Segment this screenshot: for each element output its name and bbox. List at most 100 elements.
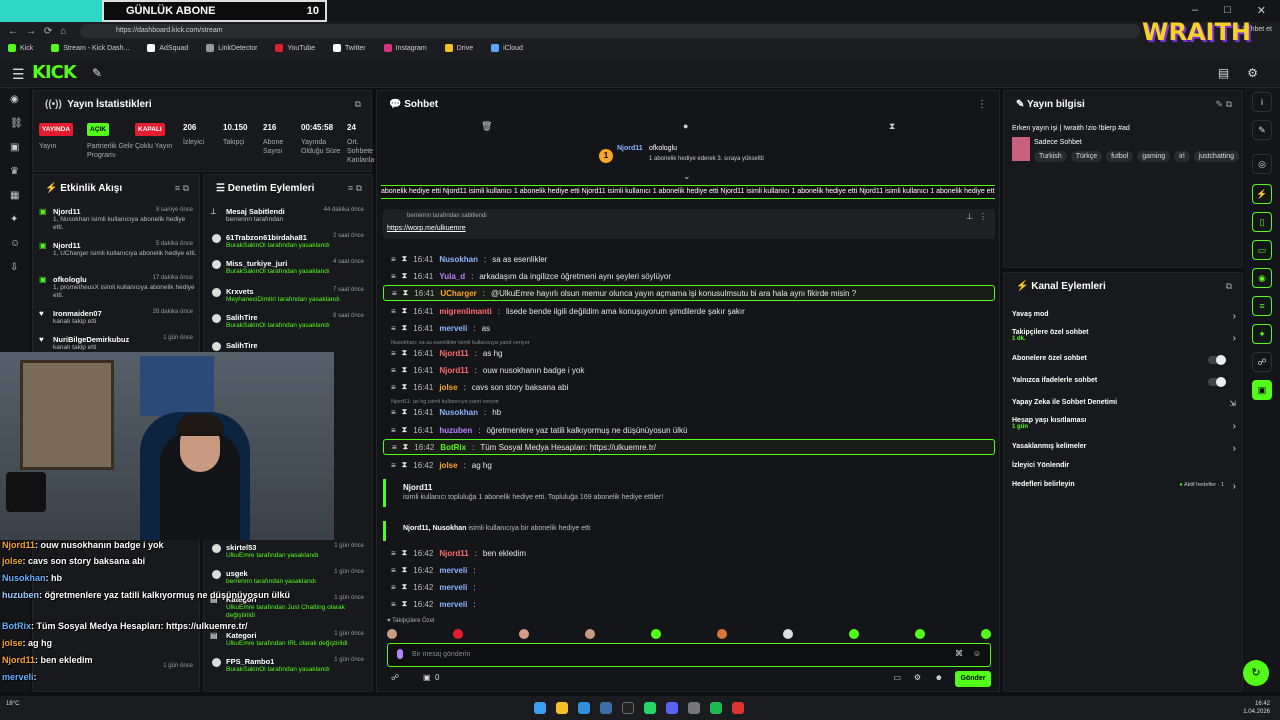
emote-icon[interactable] [849, 629, 859, 639]
toggle-switch[interactable] [1208, 377, 1226, 387]
bookmark-item[interactable]: LinkDetector [206, 44, 257, 52]
emote-icon[interactable] [915, 629, 925, 639]
bookmark-item[interactable]: iCloud [491, 44, 523, 52]
maximize-icon[interactable]: □ [1224, 4, 1231, 17]
action-subs-only[interactable]: Abonelere özel sohbet [1012, 355, 1240, 365]
video-icon[interactable]: ▣ [10, 142, 22, 154]
tag[interactable]: Türkçe [1070, 151, 1103, 162]
chat-icon[interactable]: ▭ [1252, 240, 1272, 260]
system-clock[interactable]: 16:42 1.04.2026 [1243, 700, 1270, 716]
activity-item[interactable]: ♥ NuriBilgeDemirkubuz kanalı takip etti 1 g… [39, 335, 197, 352]
action-raid[interactable]: İzleyici Yönlendir [1012, 462, 1240, 469]
command-icon[interactable]: ⌘ [955, 649, 963, 658]
popout-icon[interactable]: ⧉ [355, 99, 361, 110]
users-icon[interactable]: ☺ [10, 238, 22, 250]
mic-icon[interactable] [397, 649, 403, 659]
phone-icon[interactable]: ▯ [1252, 212, 1272, 232]
menu-icon[interactable]: ☰ [12, 66, 25, 83]
reload-icon[interactable]: ⟳ [44, 26, 52, 37]
live-icon[interactable]: ◉ [10, 94, 22, 106]
minimize-icon[interactable]: – [1192, 4, 1198, 17]
chatters-icon[interactable]: ☍ [391, 673, 399, 682]
action-ai-moderation[interactable]: Yapay Zeka ile Sohbet Denetimi ⇲ [1012, 399, 1240, 408]
audit-item[interactable]: SalihTire BurakSakinOl tarafından yasakla… [212, 313, 368, 330]
bookmark-item[interactable]: Instagram [383, 44, 427, 52]
message-icon[interactable]: ▭ [893, 673, 901, 682]
download-icon[interactable]: ⇩ [10, 262, 22, 274]
broadcast-icon[interactable]: ◉ [1252, 268, 1272, 288]
chat-popout-icon[interactable]: ▣ [1252, 380, 1272, 400]
chat-message[interactable]: ≡ ⧗ 16:42 merveli: [383, 562, 995, 578]
audit-item[interactable]: 61Trabzon61birdaha81 BurakSakinOl tarafın… [212, 233, 368, 250]
pinned-message[interactable]: berrennn tarafından sabitlendi https://w… [383, 209, 995, 239]
emote-icon[interactable] [981, 629, 991, 639]
audit-item[interactable]: Miss_turkiye_juri BurakSakinOl tarafından… [212, 259, 368, 276]
discord-icon[interactable] [666, 702, 678, 714]
trophy-icon[interactable]: ♛ [10, 166, 22, 178]
bot-icon[interactable]: ☻ [935, 673, 943, 682]
more-icon[interactable]: ⋮ [977, 99, 987, 110]
chat-message[interactable]: ≡ ⧗ 16:42 Njord11: ben ekledim [383, 545, 995, 561]
forward-icon[interactable]: → [26, 26, 36, 37]
chat-message[interactable]: ≡ ⧗ 16:41 Nusokhan: hb [383, 404, 995, 420]
app-icon[interactable] [732, 702, 744, 714]
edit-icon[interactable]: ✎ [1252, 120, 1272, 140]
whatsapp-icon[interactable] [644, 702, 656, 714]
home-icon[interactable]: ⌂ [60, 26, 66, 37]
chat-message-highlighted[interactable]: ≡ ⧗ 16:42 BotRix: Tüm Sosyal Medya Hesapları… [383, 439, 995, 455]
category-name[interactable]: Sadece Sohbet [1034, 139, 1082, 146]
emote-icon[interactable] [783, 629, 793, 639]
app-icon[interactable] [688, 702, 700, 714]
chat-message[interactable]: ≡ ⧗ 16:42 merveli: [383, 579, 995, 595]
emote-icon[interactable] [717, 629, 727, 639]
chat-message[interactable]: ≡ ⧗ 16:41 migrenlimanti: lisede bende ilgili… [383, 303, 995, 319]
settings-icon[interactable]: ⚙ [914, 673, 921, 682]
activity-item[interactable]: ▣ Njord11 1, Nusokhan isimli kullanıcıya a… [39, 207, 197, 232]
tag[interactable]: irl [1174, 151, 1190, 162]
link-icon[interactable]: ⛓ [10, 118, 23, 130]
activity-item[interactable]: ♥ Ironmaiden07 kanalı takip etti 28 dakika … [39, 309, 197, 326]
tag[interactable]: justchatting [1193, 151, 1240, 162]
browser-tab[interactable] [0, 0, 102, 22]
hourglass-icon[interactable]: ⧗ [889, 121, 895, 132]
bookmark-item[interactable]: AdSquad [147, 44, 188, 52]
action-followers-only[interactable]: Takipçilere özel sohbet 1 dk. › [1012, 329, 1240, 344]
wrench-icon[interactable]: ✦ [10, 214, 22, 226]
emote-icon[interactable] [453, 629, 463, 639]
info-icon[interactable]: i [1252, 92, 1272, 112]
list-icon[interactable]: ≡ [1252, 296, 1272, 316]
chat-message[interactable]: ≡ ⧗ 16:41 Njord11: as hg [383, 345, 995, 361]
weather-widget[interactable]: 18°C [6, 700, 19, 708]
tag[interactable]: gaming [1137, 151, 1171, 162]
audit-item[interactable]: skirtel53 UlkuEmre tarafından yasaklandı 1… [212, 543, 368, 560]
bookmark-item[interactable]: Drive [444, 44, 473, 52]
tag[interactable]: futbol [1106, 151, 1134, 162]
focus-icon[interactable]: ◎ [1252, 154, 1272, 174]
close-icon[interactable]: ✕ [1257, 4, 1266, 17]
chat-message[interactable]: ≡ ⧗ 16:41 Nusokhan: sa as esenlikler [383, 251, 995, 267]
audit-item[interactable]: ▤ Kategori UlkuEmre tarafından IRL olarak … [210, 631, 368, 648]
bookmark-item[interactable]: Twitter [333, 44, 366, 52]
popout-icon[interactable]: ≡ ⧉ [348, 183, 362, 194]
chat-message[interactable]: ≡ ⧗ 16:41 huzuben: öğretmenlere yaz tatili k… [383, 422, 995, 438]
popout-icon[interactable]: ≡ ⧉ [175, 183, 189, 194]
chat-bubble-icon[interactable]: ● [683, 121, 688, 131]
edit-icon[interactable]: ✎ ⧉ [1216, 99, 1232, 110]
bookmark-item[interactable]: Stream - Kick Dash... [51, 44, 129, 52]
action-banned-words[interactable]: Yasaklanmış kelimeler › [1012, 443, 1240, 454]
audit-item[interactable]: Krxvets MeyhaneciDimitri tarafından yasak… [212, 287, 368, 304]
chat-message-highlighted[interactable]: ≡ ⧗ 16:41 UCharger: @UlkuEmre hayırlı olsun … [383, 285, 995, 301]
address-bar[interactable]: https://dashboard.kick.com/stream [80, 24, 1140, 38]
popout-icon[interactable]: ⧉ [1226, 281, 1232, 292]
activity-item[interactable]: ▣ ofkologlu 1, prometheusX isimli kullanıc… [39, 275, 197, 300]
layout-icon[interactable]: ▤ [1218, 66, 1229, 80]
bookmark-item[interactable]: YouTube [275, 44, 315, 52]
action-goals[interactable]: Hedefleri belirleyin ● Aktif hedefler · 1… [1012, 481, 1240, 492]
action-emote-only[interactable]: Yalnızca ifadelerle sohbet [1012, 377, 1240, 387]
send-button[interactable]: Gönder [955, 671, 991, 687]
toggle-switch[interactable] [1208, 355, 1226, 365]
edge-icon[interactable] [578, 702, 590, 714]
action-slow-mode[interactable]: Yavaş mod › [1012, 311, 1240, 322]
audit-item[interactable]: FPS_Rambo1 BurakSakinOl tarafından yasakl… [212, 657, 368, 674]
chat-message[interactable]: ≡ ⧗ 16:41 Yula_d: arkadaşım da ingilizce öğr… [383, 268, 995, 284]
